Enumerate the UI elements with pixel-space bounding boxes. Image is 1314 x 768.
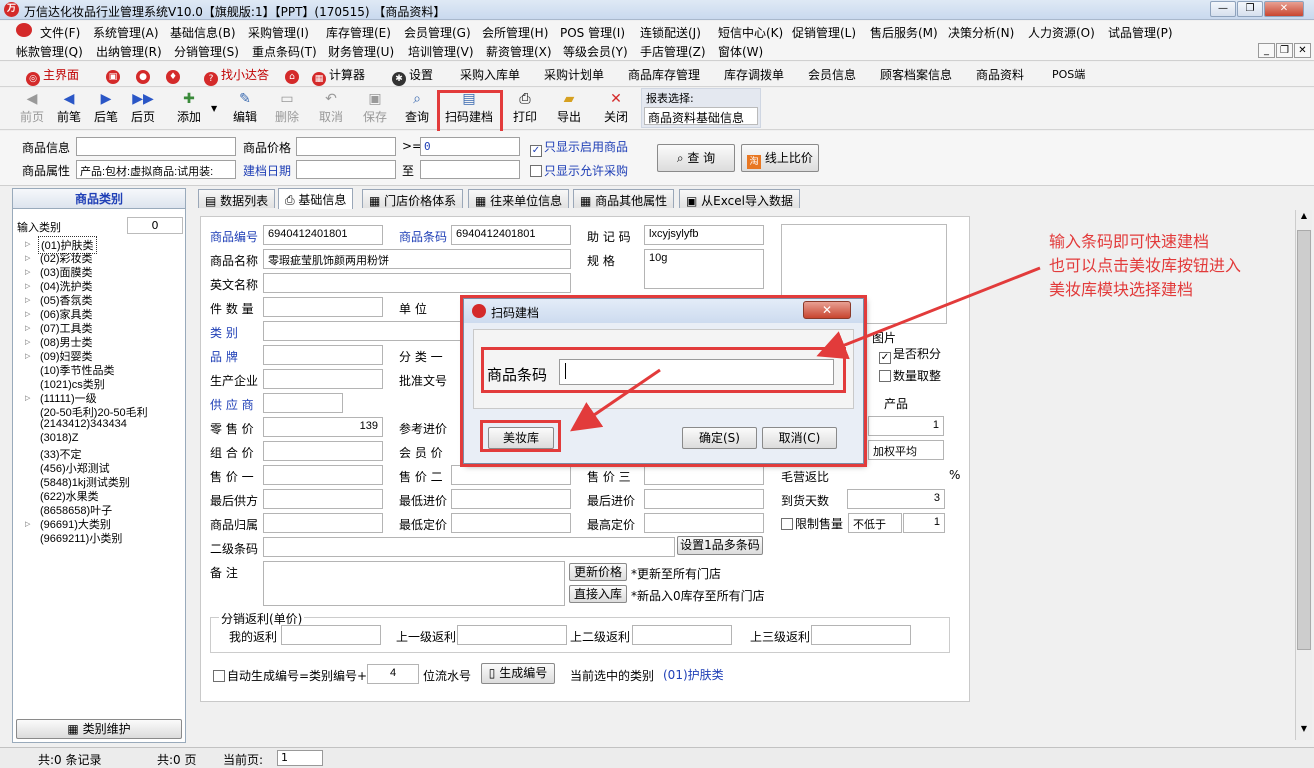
annotation-line2: 也可以点击美妆库按钮进入 (1049, 256, 1242, 275)
annotation-line3: 美妆库模块选择建档 (1049, 280, 1194, 299)
annotation-line1: 输入条码即可快速建档 (1049, 232, 1210, 251)
arrow-to-beauty (570, 368, 661, 432)
annotation-arrows (570, 266, 1041, 432)
arrow-to-barcode (816, 266, 1041, 360)
